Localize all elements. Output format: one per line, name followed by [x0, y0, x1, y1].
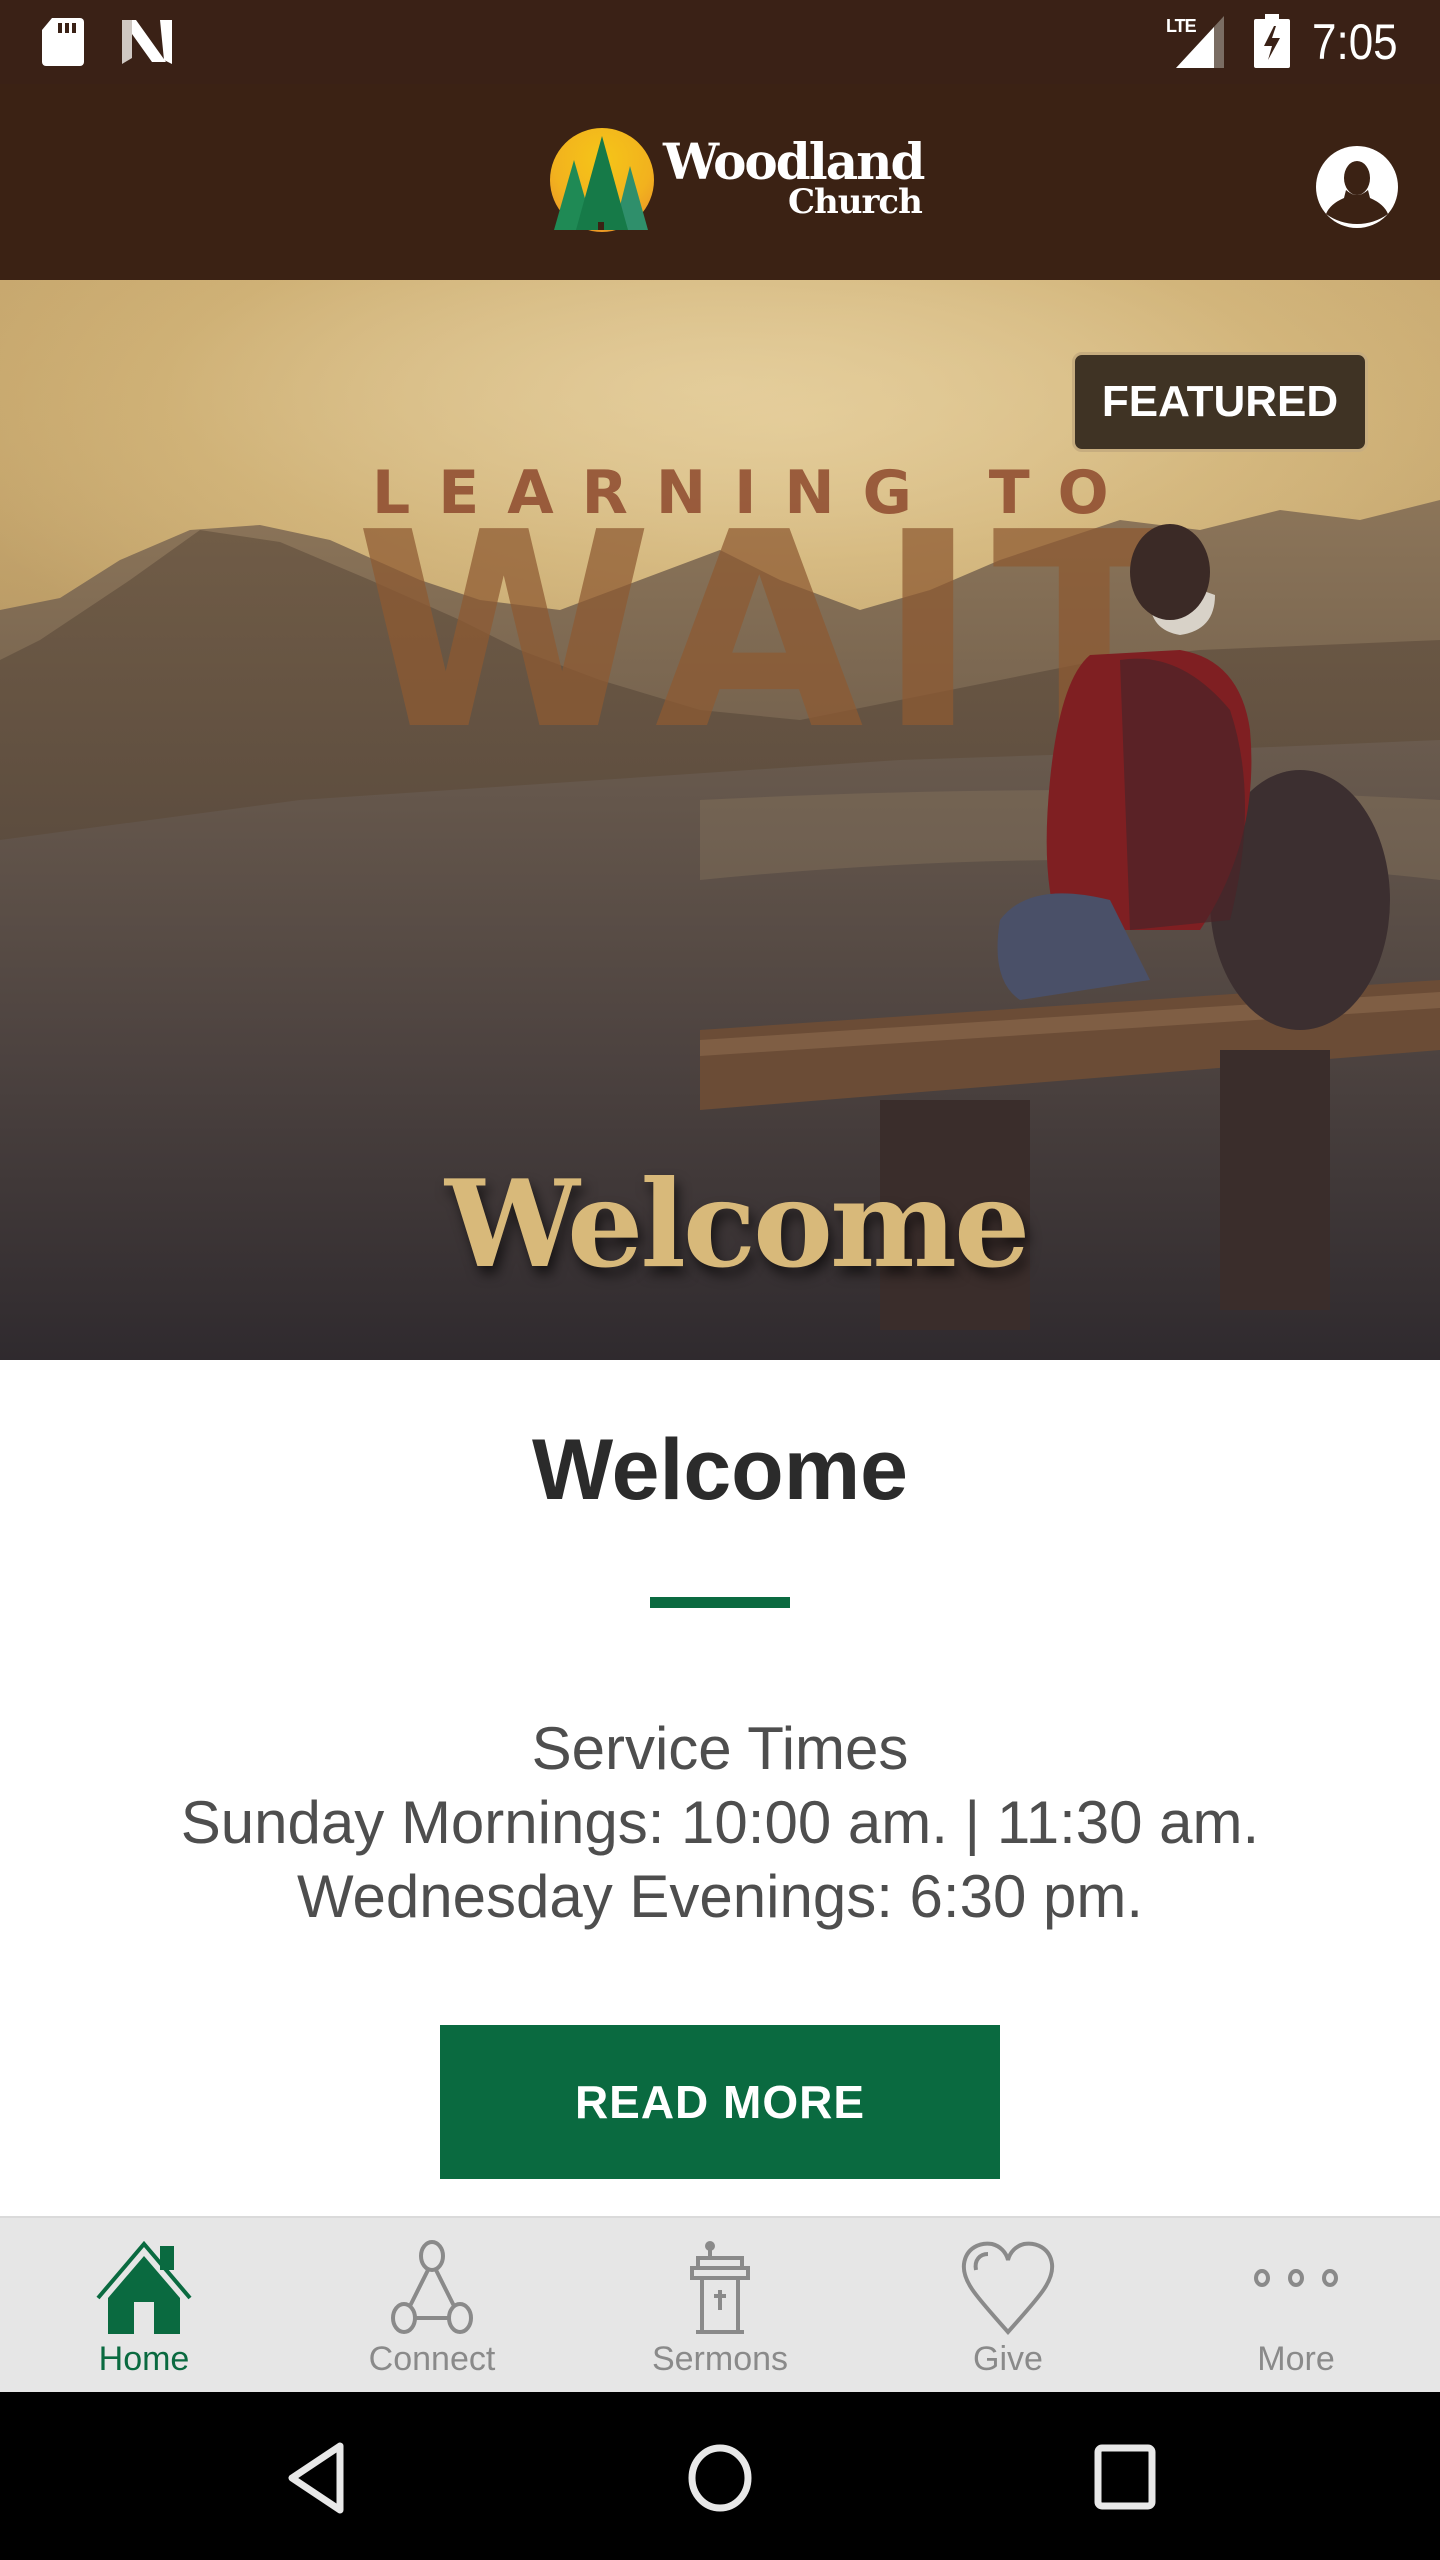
tab-more-label: More	[1257, 2340, 1335, 2378]
tab-home[interactable]: Home	[0, 2218, 288, 2394]
tab-connect-label: Connect	[368, 2340, 496, 2378]
recents-icon[interactable]	[1080, 2436, 1170, 2520]
podium-icon	[690, 2241, 750, 2334]
heart-icon	[961, 2241, 1055, 2336]
featured-badge[interactable]: FEATURED	[1072, 352, 1368, 452]
profile-icon	[1326, 161, 1388, 224]
more-dots-icon	[1254, 2269, 1338, 2287]
app-header: Woodland Church	[0, 84, 1440, 280]
home-circle-icon[interactable]	[675, 2436, 765, 2520]
service-wednesday: Wednesday Evenings: 6:30 pm.	[296, 1863, 1144, 1930]
tab-more[interactable]: More	[1152, 2218, 1440, 2394]
logo-trees-icon	[554, 136, 648, 230]
page-title: Welcome	[532, 1422, 908, 1518]
clock: 7:05	[1312, 14, 1398, 70]
system-nav-bar	[0, 2392, 1440, 2560]
tab-home-label: Home	[98, 2340, 190, 2378]
battery-charging-icon	[1254, 14, 1290, 68]
tab-sermons-label: Sermons	[651, 2340, 789, 2378]
title-divider	[650, 1597, 790, 1608]
profile-button[interactable]	[1316, 146, 1398, 228]
church-logo[interactable]: Woodland Church	[548, 126, 925, 236]
n-notification-icon	[122, 20, 172, 64]
service-sunday: Sunday Mornings: 10:00 am. | 11:30 am.	[180, 1789, 1260, 1856]
signal-icon	[1176, 16, 1224, 68]
connect-icon	[391, 2240, 473, 2334]
service-times: Service Times Sunday Mornings: 10:00 am.…	[0, 1712, 1440, 1934]
logo-subtitle: Church	[788, 182, 923, 222]
tab-sermons[interactable]: Sermons	[576, 2218, 864, 2394]
sd-card-icon	[42, 18, 84, 66]
read-more-button[interactable]: READ MORE	[440, 2025, 1000, 2179]
tab-give[interactable]: Give	[864, 2218, 1152, 2394]
status-bar: LTE 7:05	[0, 0, 1440, 84]
home-icon	[96, 2240, 192, 2334]
tab-give-label: Give	[973, 2340, 1043, 2378]
bottom-tab-bar: Home Connect Sermons Give More	[0, 2216, 1440, 2392]
service-times-heading: Service Times	[531, 1715, 909, 1782]
hero-welcome-text: Welcome	[445, 1154, 1030, 1295]
back-icon[interactable]	[272, 2436, 362, 2520]
tab-connect[interactable]: Connect	[288, 2218, 576, 2394]
